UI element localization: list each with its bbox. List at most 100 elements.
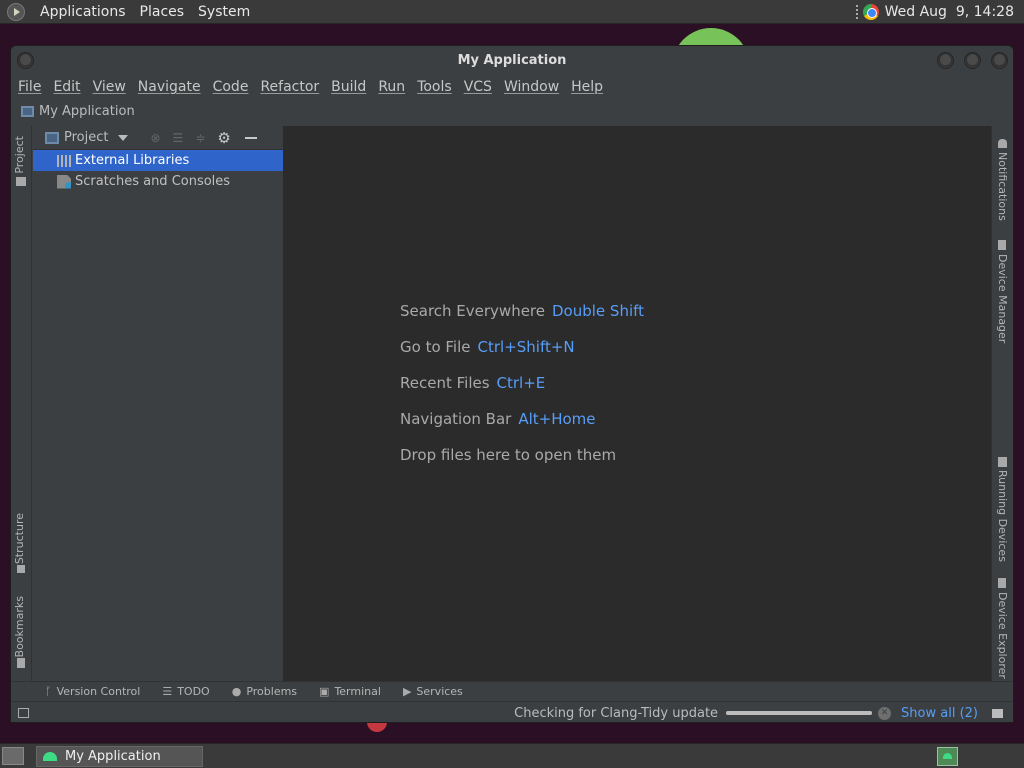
collapse-all-icon[interactable]: ≑ [195, 131, 205, 145]
menu-view[interactable]: View [93, 79, 132, 95]
tree-item-label: External Libraries [75, 153, 190, 168]
folder-icon [16, 177, 26, 186]
top-panel: Applications Places System Wed Aug 9, 14… [0, 0, 1024, 24]
tab-label: Problems [246, 685, 298, 698]
menu-window[interactable]: Window [504, 79, 565, 95]
bell-icon [998, 139, 1007, 148]
panel-menu-applications[interactable]: Applications [33, 4, 133, 20]
hint-recent-files: Recent Files Ctrl+E [400, 374, 545, 392]
list-icon: ☰ [162, 685, 173, 698]
drop-files-hint: Drop files here to open them [400, 446, 617, 464]
tool-tab-todo[interactable]: ☰ TODO [162, 685, 209, 698]
device-manager-icon [998, 240, 1006, 250]
tool-tab-structure[interactable]: Structure [13, 513, 26, 564]
background-task-progress [726, 711, 873, 715]
tool-tab-running-devices[interactable]: Running Devices [996, 470, 1009, 562]
breadcrumb: My Application [11, 99, 1013, 123]
taskbar: My Application [0, 743, 1024, 768]
progress-fill [726, 711, 873, 715]
hint-search-everywhere: Search Everywhere Double Shift [400, 302, 644, 320]
menu-file[interactable]: File [18, 79, 47, 95]
menu-navigate[interactable]: Navigate [138, 79, 207, 95]
project-panel: Project ⊗ ☰ ≑ ⚙ External Libraries Scrat… [33, 126, 283, 681]
hint-label: Go to File [400, 338, 471, 356]
hint-go-to-file: Go to File Ctrl+Shift+N [400, 338, 575, 356]
left-tool-strip: Project Structure Bookmarks [11, 126, 32, 681]
hint-shortcut[interactable]: Alt+Home [518, 410, 595, 428]
tool-tab-project[interactable]: Project [13, 136, 26, 174]
services-icon: ▶ [402, 685, 412, 698]
tool-tab-device-explorer[interactable]: Device Explorer [996, 592, 1009, 679]
clock[interactable]: Wed Aug 9, 14:28 [885, 4, 1024, 20]
title-bar[interactable]: My Application [11, 46, 1013, 76]
window-title: My Application [457, 53, 567, 68]
panel-menu-places[interactable]: Places [133, 4, 192, 20]
tab-label: Terminal [334, 685, 381, 698]
workspace-switcher[interactable] [937, 746, 958, 766]
menu-edit[interactable]: Edit [53, 79, 86, 95]
select-opened-file-icon[interactable]: ⊗ [150, 131, 160, 145]
toggle-tool-windows-icon[interactable] [18, 708, 29, 718]
taskbar-window-label: My Application [65, 748, 161, 764]
device-explorer-icon [998, 578, 1006, 588]
maximize-button[interactable] [964, 52, 981, 69]
menu-code[interactable]: Code [213, 79, 255, 95]
right-tool-strip: Notifications Device Manager Running Dev… [991, 126, 1013, 681]
chevron-down-icon[interactable] [118, 134, 129, 141]
show-desktop-icon[interactable] [2, 747, 24, 765]
structure-icon [17, 565, 25, 573]
tab-label: Services [416, 685, 463, 698]
bookmark-icon [17, 658, 25, 668]
cancel-task-icon[interactable]: ✕ [878, 706, 892, 720]
terminal-icon: ▣ [319, 685, 330, 698]
tool-tab-device-manager[interactable]: Device Manager [996, 254, 1009, 343]
tree-item-scratches[interactable]: Scratches and Consoles [33, 171, 283, 192]
menu-run[interactable]: Run [378, 79, 411, 95]
hint-label: Recent Files [400, 374, 490, 392]
show-all-tasks-link[interactable]: Show all (2) [901, 706, 978, 721]
tool-tab-notifications[interactable]: Notifications [996, 152, 1009, 221]
window-menu-button[interactable] [17, 52, 34, 69]
tree-item-label: Scratches and Consoles [75, 174, 231, 189]
taskbar-window-button[interactable]: My Application [36, 745, 203, 767]
hint-shortcut[interactable]: Ctrl+Shift+N [478, 338, 575, 356]
status-bar: Checking for Clang-Tidy update ✕ Show al… [11, 701, 1013, 722]
tool-tab-problems[interactable]: ● Problems [232, 685, 297, 698]
menu-help[interactable]: Help [571, 79, 609, 95]
panel-menu-system[interactable]: System [191, 4, 257, 20]
library-icon [57, 154, 71, 167]
ide-window: My Application File Edit View Navigate C… [10, 45, 1014, 723]
bottom-tool-tabs: ᚴ Version Control ☰ TODO ● Problems ▣ Termin… [11, 681, 1013, 701]
hint-label: Search Everywhere [400, 302, 545, 320]
tool-tab-terminal[interactable]: ▣ Terminal [319, 685, 381, 698]
editor-empty-state[interactable]: Search Everywhere Double Shift Go to File… [283, 126, 991, 681]
tool-tab-version-control[interactable]: ᚴ Version Control [45, 685, 140, 698]
minimize-button[interactable] [937, 52, 954, 69]
android-studio-icon [43, 751, 57, 761]
project-view-selector[interactable]: Project [64, 130, 108, 145]
hint-shortcut[interactable]: Ctrl+E [497, 374, 546, 392]
menu-tools[interactable]: Tools [417, 79, 458, 95]
os-logo-icon[interactable] [7, 2, 25, 21]
chrome-icon[interactable] [862, 3, 879, 20]
background-task-text[interactable]: Checking for Clang-Tidy update [514, 706, 718, 721]
tree-item-external-libraries[interactable]: External Libraries [33, 150, 283, 171]
notifications-bubble-icon[interactable] [992, 708, 1003, 718]
project-panel-header: Project ⊗ ☰ ≑ ⚙ [33, 126, 283, 150]
close-button[interactable] [991, 52, 1008, 69]
tool-tab-bookmarks[interactable]: Bookmarks [13, 596, 26, 657]
tab-label: TODO [177, 685, 210, 698]
hide-panel-icon[interactable] [244, 136, 257, 139]
breadcrumb-project[interactable]: My Application [39, 104, 135, 119]
menubar: File Edit View Navigate Code Refactor Bu… [11, 76, 1013, 98]
tool-tab-services[interactable]: ▶ Services [403, 685, 463, 698]
gear-icon[interactable]: ⚙ [217, 129, 230, 147]
hint-shortcut[interactable]: Double Shift [552, 302, 644, 320]
project-view-icon [45, 131, 59, 144]
scratches-icon [57, 174, 71, 189]
menu-refactor[interactable]: Refactor [260, 79, 325, 95]
expand-all-icon[interactable]: ☰ [173, 131, 184, 145]
menu-build[interactable]: Build [331, 79, 372, 95]
menu-vcs[interactable]: VCS [464, 79, 498, 95]
branch-icon: ᚴ [45, 685, 52, 698]
